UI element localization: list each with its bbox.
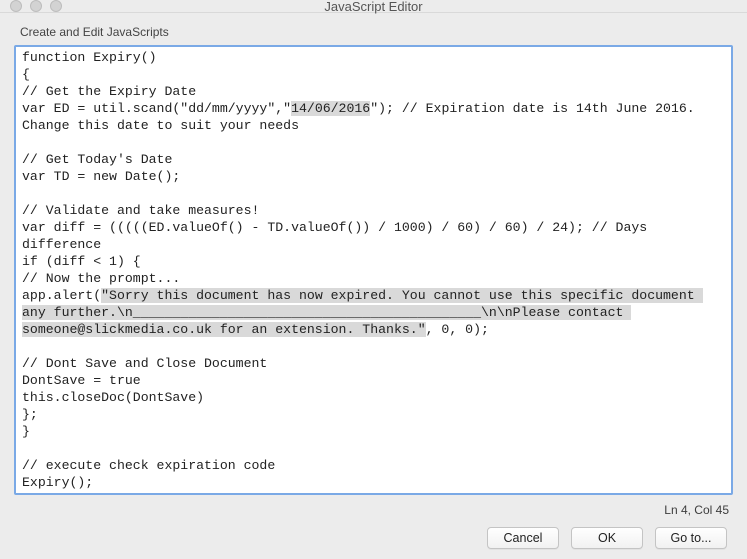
minimize-icon[interactable]	[30, 0, 42, 12]
code-editor-frame: function Expiry() { // Get the Expiry Da…	[14, 45, 733, 495]
window-root: JavaScript Editor Create and Edit JavaSc…	[0, 0, 747, 559]
section-label: Create and Edit JavaScripts	[20, 25, 733, 39]
window-title: JavaScript Editor	[0, 0, 747, 14]
dialog-body: Create and Edit JavaScripts function Exp…	[0, 13, 747, 559]
selection: "Sorry this document has now expired. Yo…	[22, 288, 703, 337]
code-line: this.closeDoc(DontSave)	[22, 390, 204, 405]
code-line: // Dont Save and Close Document	[22, 356, 267, 371]
button-bar: Cancel OK Go to...	[14, 527, 733, 559]
code-line: if (diff < 1) {	[22, 254, 141, 269]
code-line: {	[22, 67, 30, 82]
goto-button[interactable]: Go to...	[655, 527, 727, 549]
code-line: // execute check expiration code	[22, 458, 275, 473]
zoom-icon[interactable]	[50, 0, 62, 12]
titlebar: JavaScript Editor	[0, 0, 747, 13]
code-line: // Get Today's Date	[22, 152, 172, 167]
window-controls	[0, 0, 62, 12]
code-editor[interactable]: function Expiry() { // Get the Expiry Da…	[22, 49, 725, 491]
code-line: function Expiry()	[22, 50, 157, 65]
selection: 14/06/2016	[291, 101, 370, 116]
code-line: var TD = new Date();	[22, 169, 180, 184]
code-line: // Validate and take measures!	[22, 203, 259, 218]
code-line: app.alert("Sorry this document has now e…	[22, 288, 703, 337]
code-line: };	[22, 407, 38, 422]
ok-button[interactable]: OK	[571, 527, 643, 549]
code-line: var ED = util.scand("dd/mm/yyyy","14/06/…	[22, 101, 703, 133]
close-icon[interactable]	[10, 0, 22, 12]
code-line: var diff = (((((ED.valueOf() - TD.valueO…	[22, 220, 655, 252]
code-line: DontSave = true	[22, 373, 141, 388]
code-line: // Get the Expiry Date	[22, 84, 196, 99]
code-line: // Now the prompt...	[22, 271, 180, 286]
cursor-position: Ln 4, Col 45	[14, 495, 733, 527]
cancel-button[interactable]: Cancel	[487, 527, 559, 549]
code-line: Expiry();	[22, 475, 93, 490]
code-line: }	[22, 424, 30, 439]
